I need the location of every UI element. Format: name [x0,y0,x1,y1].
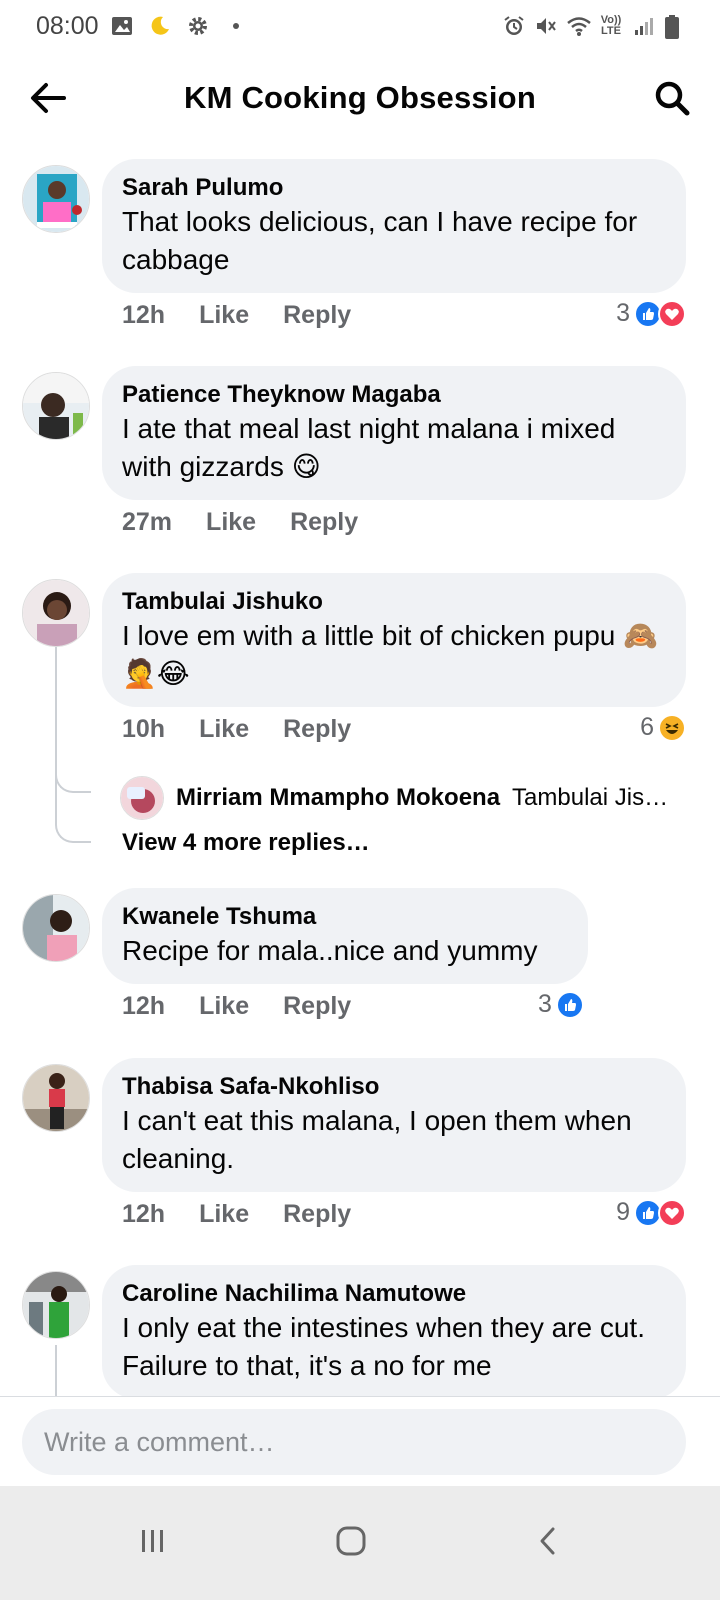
comment-composer [0,1396,720,1486]
status-time: 08:00 [36,12,99,40]
comment-bubble[interactable]: Kwanele Tshuma Recipe for mala..nice and… [102,888,588,984]
back-icon [534,1526,564,1561]
reactions-summary[interactable]: 3 [616,299,686,328]
reaction-count: 6 [640,713,654,741]
comment-author[interactable]: Sarah Pulumo [122,173,666,203]
avatar[interactable] [22,579,90,647]
comment-text: Recipe for mala..nice and yummy [122,935,538,966]
like-button[interactable]: Like [199,992,249,1021]
reaction-count: 3 [616,299,630,327]
app-header: KM Cooking Obsession [0,60,720,140]
reply-snippet: Tambulai Jis… [512,784,669,811]
reactions-summary[interactable]: 3 [538,990,584,1019]
status-bar: 08:00 Vo)) LTE [0,0,720,52]
thread-line [55,647,57,817]
reply-button[interactable]: Reply [283,301,351,330]
reply-preview[interactable]: Mirriam Mmampho Mokoena Tambulai Jis… [120,776,700,820]
love-reaction-icon [658,1198,686,1227]
comment-text: That looks delicious, can I have recipe … [122,206,638,275]
comment-time[interactable]: 12h [122,992,165,1021]
gear-icon [186,14,210,38]
reactions-summary[interactable]: 6 [640,713,686,742]
comment-text: I can't eat this malana, I open them whe… [122,1105,632,1174]
moon-icon [148,14,172,38]
image-icon [110,14,134,38]
home-icon [335,1525,367,1562]
avatar[interactable] [22,1064,90,1132]
comment-bubble[interactable]: Caroline Nachilima Namutowe I only eat t… [102,1265,686,1399]
comment-bubble[interactable]: Sarah Pulumo That looks delicious, can I… [102,159,686,293]
comment-author[interactable]: Kwanele Tshuma [122,902,568,932]
like-button[interactable]: Like [199,715,249,744]
love-reaction-icon [658,299,686,328]
volte-icon: Vo)) LTE [600,14,622,37]
like-button[interactable]: Like [206,508,256,537]
comment-author[interactable]: Patience Theyknow Magaba [122,380,666,410]
avatar[interactable] [22,894,90,962]
dot-icon [224,14,248,38]
comment-text: I love em with a little bit of chicken p… [122,620,659,689]
haha-reaction-icon [658,713,686,742]
nav-back-button[interactable] [514,1508,584,1578]
comment-author[interactable]: Tambulai Jishuko [122,587,666,617]
reaction-count: 3 [538,990,552,1018]
comment-input[interactable] [22,1409,686,1475]
recent-apps-icon [138,1526,168,1561]
thread-connector [55,805,91,843]
recent-apps-button[interactable] [118,1508,188,1578]
comment-time[interactable]: 12h [122,1200,165,1229]
reply-button[interactable]: Reply [283,992,351,1021]
comment-bubble[interactable]: Thabisa Safa-Nkohliso I can't eat this m… [102,1058,686,1192]
page-title: KM Cooking Obsession [184,80,536,115]
reply-author[interactable]: Mirriam Mmampho Mokoena [176,784,500,812]
comment-time[interactable]: 10h [122,715,165,744]
like-reaction-icon [555,990,584,1019]
comment-author[interactable]: Thabisa Safa-Nkohliso [122,1072,666,1102]
battery-icon [664,14,688,39]
search-icon [653,79,691,122]
home-button[interactable] [316,1508,386,1578]
like-button[interactable]: Like [199,1200,249,1229]
signal-icon [632,14,656,38]
wifi-icon [566,14,591,38]
reply-button[interactable]: Reply [283,1200,351,1229]
like-button[interactable]: Like [199,301,249,330]
avatar[interactable] [120,776,164,820]
thread-connector [55,755,91,793]
reply-button[interactable]: Reply [283,715,351,744]
comment-bubble[interactable]: Tambulai Jishuko I love em with a little… [102,573,686,707]
reactions-summary[interactable]: 9 [616,1198,686,1227]
system-nav-bar [0,1486,720,1600]
avatar[interactable] [22,1271,90,1339]
comments-list[interactable]: Sarah Pulumo That looks delicious, can I… [0,155,720,1425]
alarm-icon [502,14,526,38]
reaction-count: 9 [616,1198,630,1226]
view-more-replies-link[interactable]: View 4 more replies… [122,829,370,857]
reply-button[interactable]: Reply [290,508,358,537]
mute-icon [534,14,558,38]
comment-author[interactable]: Caroline Nachilima Namutowe [122,1279,666,1309]
comment-bubble[interactable]: Patience Theyknow Magaba I ate that meal… [102,366,686,500]
avatar[interactable] [22,372,90,440]
comment-text: I ate that meal last night malana i mixe… [122,413,616,482]
avatar[interactable] [22,165,90,233]
comment-text: I only eat the intestines when they are … [122,1312,645,1381]
comment-time[interactable]: 12h [122,301,165,330]
search-button[interactable] [650,78,694,122]
comment-time[interactable]: 27m [122,508,172,537]
